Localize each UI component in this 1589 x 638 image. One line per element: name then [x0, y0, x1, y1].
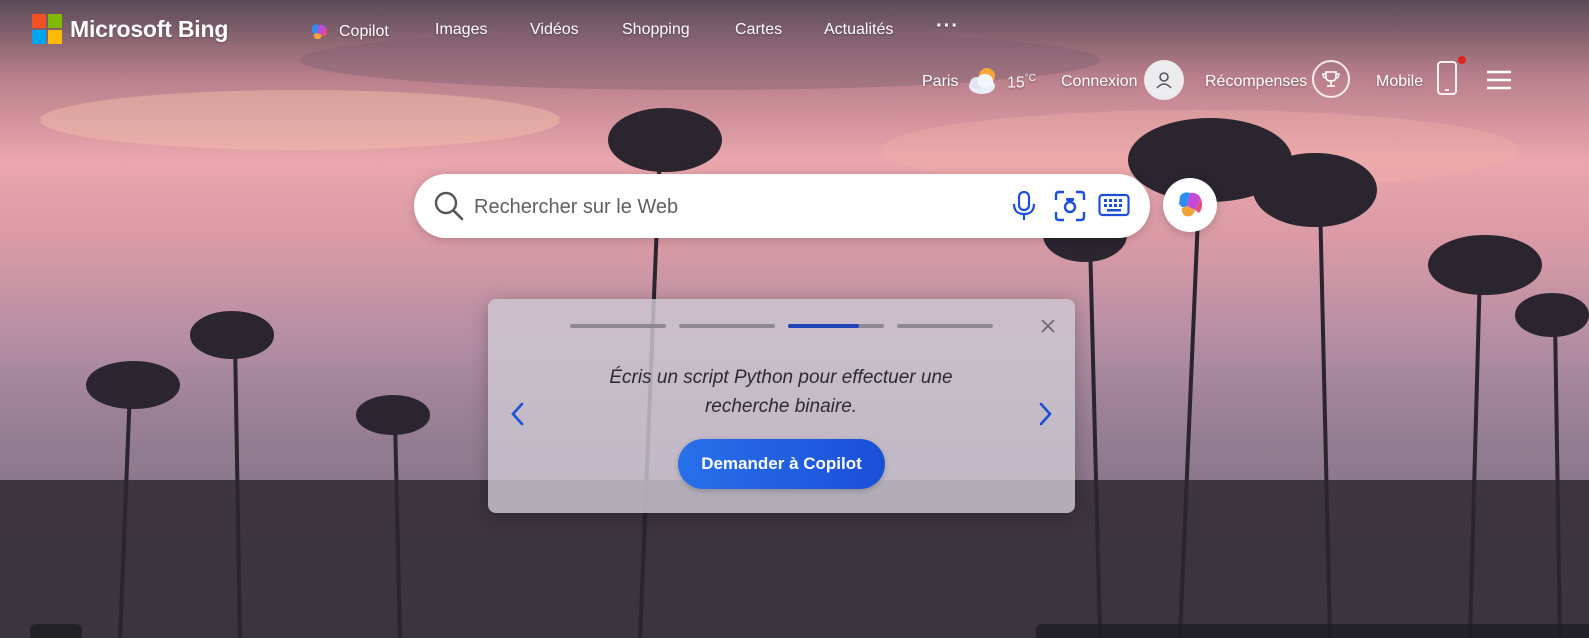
- nav-maps[interactable]: Cartes: [735, 21, 782, 39]
- bottom-left-tab[interactable]: [30, 624, 82, 638]
- brand-name: Microsoft Bing: [70, 15, 229, 42]
- search-icon[interactable]: [433, 190, 465, 222]
- nav-copilot[interactable]: Copilot: [308, 21, 389, 43]
- copilot-icon: [312, 24, 327, 40]
- carousel-step-3[interactable]: [788, 324, 884, 328]
- rewards-button[interactable]: [1312, 60, 1350, 98]
- carousel-step-fill: [788, 324, 860, 328]
- bottom-right-panel[interactable]: [1036, 624, 1589, 638]
- microsoft-logo-icon: [32, 14, 62, 44]
- signin-link[interactable]: Connexion: [1061, 73, 1138, 91]
- nav-more[interactable]: ···: [936, 15, 959, 38]
- nav-videos[interactable]: Vidéos: [530, 21, 579, 39]
- search-input[interactable]: [472, 188, 996, 226]
- signin-avatar[interactable]: [1144, 60, 1184, 100]
- carousel-step-1[interactable]: [570, 324, 666, 328]
- copilot-logo-icon: [1179, 192, 1203, 217]
- mobile-phone-icon[interactable]: [1435, 56, 1469, 98]
- bing-logo[interactable]: Microsoft Bing: [32, 14, 228, 44]
- rewards-link[interactable]: Récompenses: [1205, 73, 1307, 91]
- homepage: Microsoft Bing Copilot Images Vidéos Sho…: [0, 0, 1589, 638]
- nav-news[interactable]: Actualités: [824, 21, 893, 39]
- trophy-icon: [1322, 71, 1340, 87]
- weather-city[interactable]: Paris: [922, 73, 958, 91]
- partly-cloudy-icon[interactable]: [965, 64, 1001, 96]
- chevron-right-icon[interactable]: [1036, 401, 1054, 427]
- weather-temperature[interactable]: 15°C: [1007, 73, 1036, 92]
- search-box: [414, 174, 1150, 238]
- carousel-step-4[interactable]: [897, 324, 993, 328]
- close-icon[interactable]: [1039, 317, 1057, 335]
- copilot-prompt-card: Écris un script Python pour effectuer un…: [488, 299, 1075, 513]
- mobile-link[interactable]: Mobile: [1376, 73, 1423, 91]
- nav-copilot-label: Copilot: [339, 23, 389, 40]
- copilot-button[interactable]: [1163, 178, 1217, 232]
- visual-search-icon[interactable]: [1054, 190, 1086, 222]
- ask-copilot-button[interactable]: Demander à Copilot: [678, 439, 885, 489]
- microphone-icon[interactable]: [1011, 190, 1037, 222]
- chevron-left-icon[interactable]: [509, 401, 527, 427]
- nav-images[interactable]: Images: [435, 21, 487, 39]
- temperature-value: 15: [1007, 74, 1025, 92]
- keyboard-icon[interactable]: [1098, 193, 1130, 219]
- hamburger-menu-icon[interactable]: [1486, 70, 1512, 92]
- nav-shopping[interactable]: Shopping: [622, 21, 690, 39]
- user-icon: [1156, 72, 1172, 89]
- carousel-step-2[interactable]: [679, 324, 775, 328]
- temperature-unit: °C: [1024, 73, 1037, 84]
- prompt-suggestion-text: Écris un script Python pour effectuer un…: [609, 367, 953, 417]
